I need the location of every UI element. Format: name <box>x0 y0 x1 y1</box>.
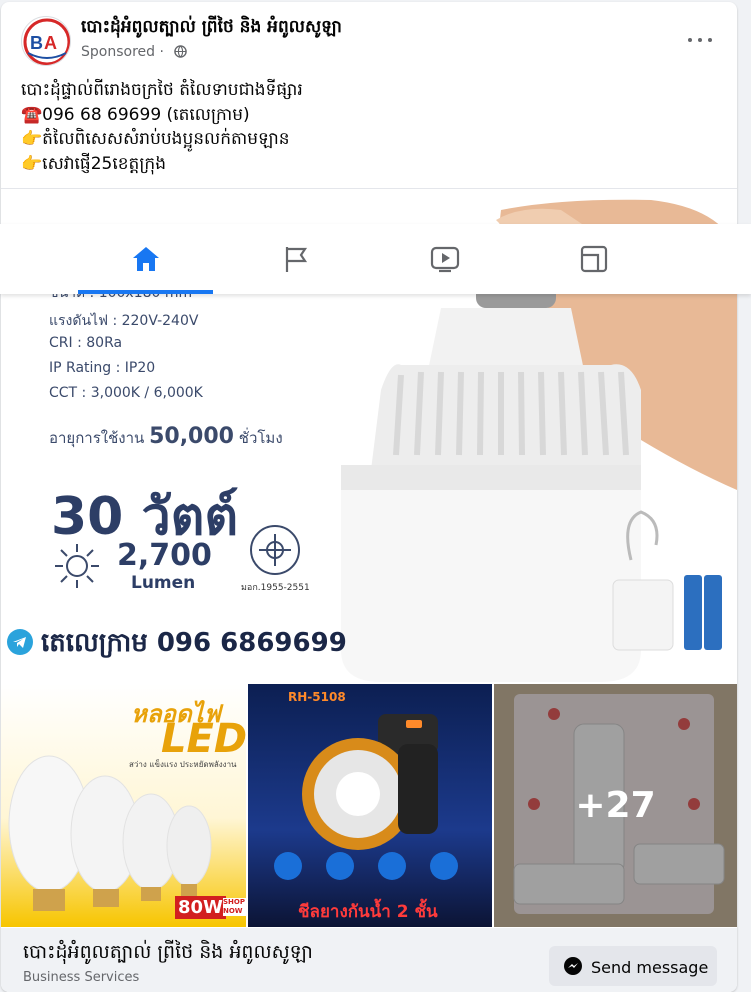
post-header: B A បោះដុំអំពូលត្បាល់ ព្រីថៃ និង អំពូលសូ… <box>1 2 737 66</box>
active-tab-indicator <box>78 290 213 294</box>
sponsored-meta: Sponsored · <box>81 44 188 62</box>
cert-label: มอก.1955-2551 <box>241 583 310 593</box>
messenger-icon <box>563 956 583 980</box>
thumbnail-led-bulbs[interactable]: หลอดไฟ LED สว่าง แข็งแรง ประหยัดพลังงาน … <box>1 684 246 927</box>
headlamp-illustration <box>274 714 458 880</box>
more-photos-count[interactable]: +27 <box>494 684 737 927</box>
bottom-tab-bar <box>0 224 751 294</box>
spec-line: แรงดันไฟ : 220V-240V <box>49 313 199 329</box>
svg-text:A: A <box>44 33 57 53</box>
post-line: 👉សេវាផ្ញើ25ខេត្តក្រុង <box>21 153 166 174</box>
divider <box>1 188 737 189</box>
post-line: ☎️096 68 69699 (តេលេក្រាម) <box>21 104 250 125</box>
post-line: 👉តំលៃពិសេសសំរាប់បងប្អូនលក់តាមឡាន <box>21 129 290 149</box>
led-bulbs-illustration <box>8 755 212 911</box>
telegram-line: តេលេក្រាម 096 6869699 <box>7 626 347 664</box>
post-message: បោះដុំផ្ទាល់ពីរោងចក្រថៃ តំលៃទាបជាងទីផ្សា… <box>21 78 721 176</box>
page-name-link[interactable]: បោះដុំអំពូលត្បាល់ ព្រីថៃ និង អំពូលសូឡា <box>81 16 342 41</box>
feeds-icon <box>580 245 608 273</box>
post-footer: បោះដុំអំពូលត្បាល់ ព្រីថៃ និង អំពូលសូឡា B… <box>1 928 737 992</box>
tab-watch[interactable] <box>369 224 519 294</box>
home-icon <box>133 247 159 271</box>
tab-feeds[interactable] <box>518 224 668 294</box>
spec-line: IP Rating : IP20 <box>49 360 156 376</box>
flag-icon <box>285 247 308 272</box>
lumen-value: 2,700 <box>117 538 212 573</box>
video-icon <box>430 246 460 273</box>
headlamp-bottom-text: ชีลยางกันน้ำ 2 ชั้น <box>298 902 438 922</box>
shop-now-badge: SHOP NOW <box>223 898 246 916</box>
photo-grid: หลอดไฟ LED สว่าง แข็งแรง ประหยัดพลังงาน … <box>1 684 737 927</box>
watt-badge: 80W <box>175 896 226 919</box>
spec-line: CCT : 3,000K / 6,000K <box>49 385 203 401</box>
telegram-text: តេលេក្រាម 096 6869699 <box>41 628 347 658</box>
lifetime-value: 50,000 <box>149 424 234 449</box>
svg-text:B: B <box>30 33 43 53</box>
sponsored-post-card: B A បោះដុំអំពូលត្បាល់ ព្រីថៃ និង អំពូលសូ… <box>1 2 737 992</box>
sponsored-label[interactable]: Sponsored <box>81 44 155 60</box>
send-message-button[interactable]: Send message <box>549 946 717 986</box>
lumen-unit: Lumen <box>131 573 196 593</box>
send-message-label: Send message <box>591 958 709 977</box>
tab-home[interactable] <box>70 224 220 294</box>
telegram-icon <box>7 629 33 655</box>
post-line: បោះដុំផ្ទាល់ពីរោងចក្រថៃ តំលៃទាបជាងទីផ្សា… <box>21 80 303 100</box>
lifetime-label: อายุการใช้งาน <box>49 429 145 447</box>
tab-pages[interactable] <box>220 224 370 294</box>
page-avatar[interactable]: B A <box>21 16 71 66</box>
spec-line: CRI : 80Ra <box>49 335 123 351</box>
footer-page-name[interactable]: បោះដុំអំពូលត្បាល់ ព្រីថៃ និង អំពូលសូឡា <box>23 940 313 968</box>
more-options-icon[interactable] <box>685 24 715 54</box>
thumbnail-power-strips[interactable]: +27 <box>494 684 737 927</box>
lifetime-line: อายุการใช้งาน 50,000 ชั่วโมง <box>49 424 283 450</box>
thumbnail-headlamp[interactable]: RH-5108 ชีลยางกันน้ำ 2 ชั้น <box>248 684 492 927</box>
globe-icon <box>174 45 188 62</box>
lifetime-unit: ชั่วโมง <box>238 429 283 447</box>
